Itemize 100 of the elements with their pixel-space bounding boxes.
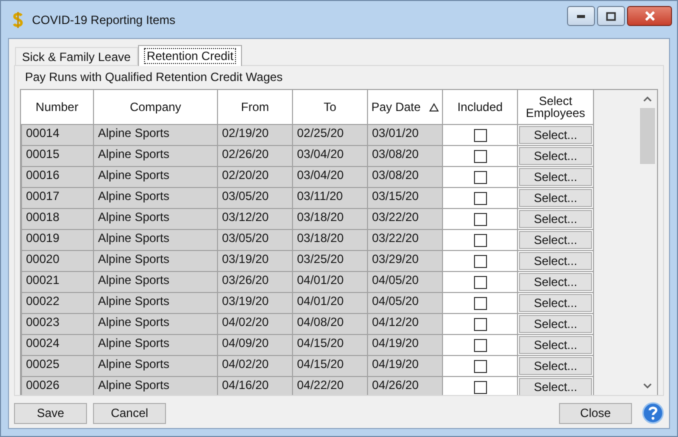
dollar-icon	[12, 10, 24, 28]
close-icon	[644, 11, 656, 21]
maximize-button[interactable]	[597, 6, 625, 26]
select-button[interactable]: Select...	[519, 336, 592, 354]
table-cell: 03/01/20	[368, 124, 443, 145]
table-cell: 03/26/20	[218, 271, 293, 292]
select-button[interactable]: Select...	[519, 147, 592, 165]
select-button[interactable]: Select...	[519, 231, 592, 249]
table-cell: 03/08/20	[368, 145, 443, 166]
included-checkbox[interactable]	[474, 234, 486, 246]
table-cell: 04/19/20	[368, 355, 443, 376]
table-cell: Alpine Sports	[94, 334, 218, 355]
panel-caption: Pay Runs with Qualified Retention Credit Wages	[24, 71, 284, 84]
close-window-button[interactable]	[627, 6, 672, 26]
column-header[interactable]: Number	[21, 90, 94, 124]
table-cell: 04/15/20	[293, 334, 368, 355]
included-checkbox[interactable]	[474, 380, 486, 394]
table-cell: 03/11/20	[293, 187, 368, 208]
select-button[interactable]: Select...	[519, 315, 592, 333]
table-cell: 00026	[21, 376, 94, 395]
table-cell: 04/19/20	[368, 334, 443, 355]
table-cell: 00018	[21, 208, 94, 229]
table-cell: 02/20/20	[218, 166, 293, 187]
table-cell: Alpine Sports	[94, 376, 218, 395]
table-cell: 02/25/20	[293, 124, 368, 145]
included-checkbox[interactable]	[474, 170, 486, 184]
table-cell: 03/22/20	[368, 229, 443, 250]
column-header[interactable]: Select Employees	[518, 90, 594, 124]
column-header[interactable]: Included	[443, 90, 518, 124]
table-cell: 04/05/20	[368, 292, 443, 313]
included-checkbox[interactable]	[474, 150, 486, 162]
included-checkbox[interactable]	[474, 276, 486, 288]
table-cell: 02/19/20	[218, 124, 293, 145]
table-cell: Alpine Sports	[94, 145, 218, 166]
footer-button[interactable]: Close	[559, 402, 632, 424]
table-cell: 04/01/20	[293, 292, 368, 313]
table-cell: 00016	[21, 166, 94, 187]
table-cell: Alpine Sports	[94, 313, 218, 334]
table-cell: 00020	[21, 250, 94, 271]
table-cell: Alpine Sports	[94, 124, 218, 145]
table-cell: 04/12/20	[368, 313, 443, 334]
included-checkbox[interactable]	[474, 212, 486, 226]
window-title: COVID-19 Reporting Items	[32, 12, 176, 26]
included-checkbox[interactable]	[474, 318, 486, 330]
tab[interactable]: Sick & Family Leave	[15, 47, 138, 65]
table-cell: Alpine Sports	[94, 166, 218, 187]
scroll-up-icon[interactable]	[643, 96, 652, 102]
minimize-button[interactable]	[567, 6, 595, 26]
table-cell: 03/29/20	[368, 250, 443, 271]
column-header[interactable]: Company	[94, 90, 218, 124]
table-cell: 04/08/20	[293, 313, 368, 334]
table-cell: 03/05/20	[218, 229, 293, 250]
footer-button[interactable]: Save	[14, 402, 87, 424]
select-button[interactable]: Select...	[519, 252, 592, 270]
column-header[interactable]: To	[293, 90, 368, 124]
table-cell: 04/09/20	[218, 334, 293, 355]
column-header[interactable]: Pay Date	[368, 90, 443, 124]
table-cell: Alpine Sports	[94, 229, 218, 250]
select-button[interactable]: Select...	[519, 357, 592, 375]
table-cell: Alpine Sports	[94, 208, 218, 229]
help-icon[interactable]	[642, 402, 664, 424]
table-cell: 03/18/20	[293, 229, 368, 250]
scroll-thumb[interactable]	[640, 108, 655, 164]
scroll-down-icon[interactable]	[643, 383, 652, 389]
table-cell: 03/04/20	[293, 145, 368, 166]
column-header[interactable]: From	[218, 90, 293, 124]
tab[interactable]: Retention Credit	[138, 45, 242, 66]
table-cell: 04/22/20	[293, 376, 368, 395]
table-cell: Alpine Sports	[94, 355, 218, 376]
table-cell: 03/15/20	[368, 187, 443, 208]
included-checkbox[interactable]	[474, 192, 486, 204]
table-cell: 00017	[21, 187, 94, 208]
table-cell: Alpine Sports	[94, 271, 218, 292]
included-checkbox[interactable]	[474, 296, 486, 310]
table-cell: 00023	[21, 313, 94, 334]
table-cell: 02/26/20	[218, 145, 293, 166]
table-cell: 03/12/20	[218, 208, 293, 229]
minimize-icon	[576, 14, 586, 18]
included-checkbox[interactable]	[474, 254, 486, 268]
select-button[interactable]: Select...	[519, 168, 592, 186]
table-cell: 00014	[21, 124, 94, 145]
select-button[interactable]: Select...	[519, 273, 592, 291]
included-checkbox[interactable]	[474, 360, 486, 372]
select-button[interactable]: Select...	[519, 189, 592, 207]
select-button[interactable]: Select...	[519, 378, 592, 395]
table-cell: 00024	[21, 334, 94, 355]
table-cell: 04/02/20	[218, 313, 293, 334]
table-cell: 00022	[21, 292, 94, 313]
table-cell: 03/18/20	[293, 208, 368, 229]
included-checkbox[interactable]	[474, 338, 486, 352]
select-button[interactable]: Select...	[519, 294, 592, 312]
included-checkbox[interactable]	[474, 128, 486, 142]
table-cell: 04/16/20	[218, 376, 293, 395]
table-cell: 03/19/20	[218, 250, 293, 271]
select-button[interactable]: Select...	[519, 126, 592, 144]
table-cell: 03/22/20	[368, 208, 443, 229]
footer-button[interactable]: Cancel	[93, 402, 166, 424]
select-button[interactable]: Select...	[519, 210, 592, 228]
table-cell: 04/26/20	[368, 376, 443, 395]
table-cell: 04/05/20	[368, 271, 443, 292]
